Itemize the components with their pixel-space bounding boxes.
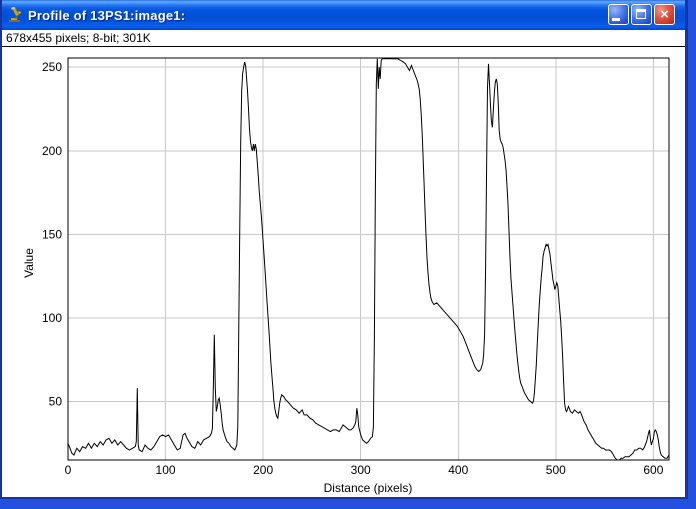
maximize-button[interactable] (631, 4, 652, 25)
minimize-button[interactable] (608, 4, 629, 25)
status-text: 678x455 pixels; 8-bit; 301K (6, 31, 151, 45)
status-bar: 678x455 pixels; 8-bit; 301K (2, 30, 685, 47)
imagej-microscope-icon (8, 7, 24, 23)
imagej-profile-window: Profile of 13PS1:image1: × 678x455 pixel… (0, 0, 696, 509)
plot-canvas[interactable] (2, 47, 685, 497)
close-icon: × (655, 5, 674, 24)
window-title: Profile of 13PS1:image1: (28, 8, 185, 23)
window-controls: × (608, 4, 675, 25)
titlebar[interactable]: Profile of 13PS1:image1: × (2, 0, 685, 30)
close-button[interactable]: × (654, 4, 675, 25)
minimize-icon (612, 18, 620, 21)
maximize-icon (636, 9, 646, 19)
window-inner: Profile of 13PS1:image1: × 678x455 pixel… (0, 0, 688, 499)
